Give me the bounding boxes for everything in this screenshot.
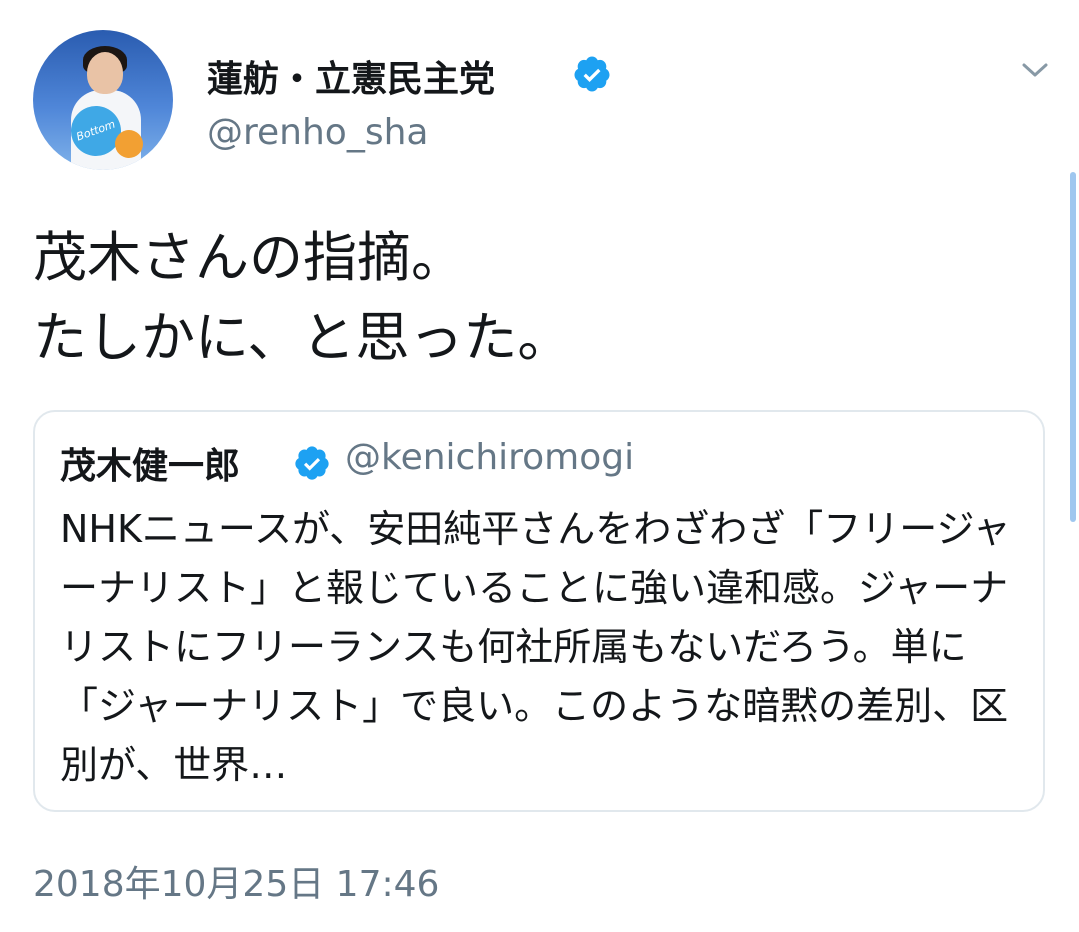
tweet-timestamp[interactable]: 2018年10月25日 17:46	[33, 855, 439, 907]
avatar-balloon-orange	[115, 130, 143, 158]
quoted-tweet-text: NHKニュースが、安田純平さんをわざわざ「フリージャーナリスト」と報じていること…	[60, 507, 1011, 787]
avatar-person-head	[87, 52, 123, 94]
quoted-author-display-name: 茂木健一郎	[60, 446, 241, 487]
tweet-text: 茂木さんの指摘。 たしかに、と思った。	[33, 226, 572, 369]
author-display-name[interactable]: 蓮舫・立憲民主党	[207, 50, 495, 102]
quoted-author-handle: @kenichiromogi	[345, 437, 635, 478]
scrollbar-thumb[interactable]	[1070, 172, 1076, 522]
quoted-tweet-card[interactable]: 茂木健一郎 @kenichiromogi NHKニュースが、安田純平さんをわざわ…	[33, 410, 1045, 812]
quoted-verified-badge-icon	[295, 446, 329, 480]
author-avatar[interactable]: Bottom up	[33, 30, 173, 170]
author-handle[interactable]: @renho_sha	[207, 112, 428, 153]
verified-badge-icon	[574, 56, 610, 92]
tweet-page: Bottom up 蓮舫・立憲民主党 @renho_sha 茂木さんの指摘。 た…	[0, 0, 1079, 932]
chevron-down-icon[interactable]	[1020, 60, 1050, 80]
